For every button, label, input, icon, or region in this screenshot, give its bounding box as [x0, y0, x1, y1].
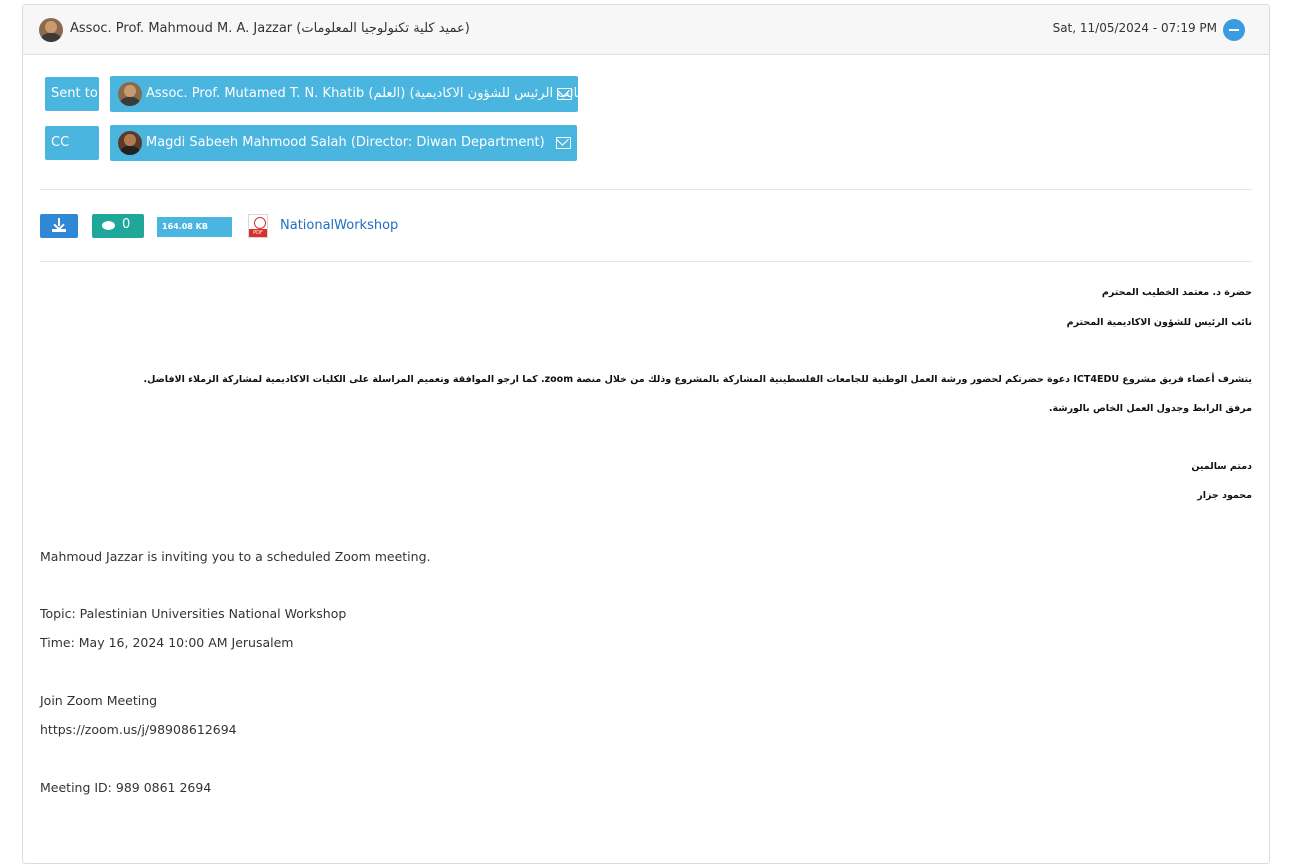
- message-date: Sat, 11/05/2024 - 07:19 PM: [1052, 21, 1217, 35]
- arabic-signature: محمود جزار: [1197, 490, 1252, 501]
- recipient-name: Assoc. Prof. Mutamed T. N. Khatib (العلم…: [146, 86, 587, 101]
- attachment-link[interactable]: NationalWorkshop: [280, 218, 398, 233]
- cc-label: CC: [45, 126, 99, 160]
- comments-button[interactable]: 0: [92, 214, 144, 238]
- message-header[interactable]: Assoc. Prof. Mahmoud M. A. Jazzar (عميد …: [23, 5, 1269, 55]
- cc-avatar: [118, 131, 142, 155]
- message-panel: Assoc. Prof. Mahmoud M. A. Jazzar (عميد …: [22, 4, 1270, 864]
- sender-name: Assoc. Prof. Mahmoud M. A. Jazzar (عميد …: [70, 21, 470, 36]
- topic-text: Topic: Palestinian Universities National…: [40, 606, 347, 621]
- arabic-paragraph-2: مرفق الرابط وجدول العمل الخاص بالورشة.: [1048, 403, 1252, 414]
- meeting-id-text: Meeting ID: 989 0861 2694: [40, 780, 212, 795]
- recipient-chip-cc[interactable]: Magdi Sabeeh Mahmood Salah (Director: Di…: [110, 125, 577, 161]
- divider: [40, 189, 1252, 190]
- recipient-avatar: [118, 82, 142, 106]
- recipient-chip-sent-to[interactable]: Assoc. Prof. Mutamed T. N. Khatib (العلم…: [110, 76, 586, 112]
- time-text: Time: May 16, 2024 10:00 AM Jerusalem: [40, 635, 294, 650]
- attachment-row: 0 164.08 KB PDF NationalWorkshop: [40, 214, 740, 238]
- envelope-icon[interactable]: [557, 88, 572, 100]
- arabic-closing: دمتم سالمين: [1191, 461, 1252, 472]
- sender-avatar: [39, 18, 63, 42]
- arabic-paragraph-1: يتشرف أعضاء فريق مشروع ICT4EDU دعوة حضرت…: [143, 374, 1252, 385]
- download-icon: [53, 218, 65, 228]
- collapse-icon[interactable]: [1223, 19, 1245, 41]
- arabic-title: نائب الرئيس للشؤون الاكاديمية المحترم: [1066, 317, 1252, 328]
- arabic-greeting: حضرة د. معتمد الخطيب المحترم: [1101, 287, 1252, 298]
- zoom-link[interactable]: https://zoom.us/j/98908612694: [40, 722, 237, 737]
- comment-count: 0: [122, 217, 131, 232]
- cc-name: Magdi Sabeeh Mahmood Salah (Director: Di…: [146, 135, 545, 150]
- join-text: Join Zoom Meeting: [40, 693, 158, 708]
- invite-text: Mahmoud Jazzar is inviting you to a sche…: [40, 549, 431, 564]
- envelope-icon[interactable]: [556, 137, 571, 149]
- pdf-tag: PDF: [249, 229, 267, 237]
- file-size-badge: 164.08 KB: [157, 217, 232, 237]
- download-button[interactable]: [40, 214, 78, 238]
- divider: [40, 261, 1252, 262]
- comment-icon: [102, 221, 115, 230]
- sent-to-label: Sent to: [45, 77, 99, 111]
- pdf-icon: PDF: [248, 214, 268, 238]
